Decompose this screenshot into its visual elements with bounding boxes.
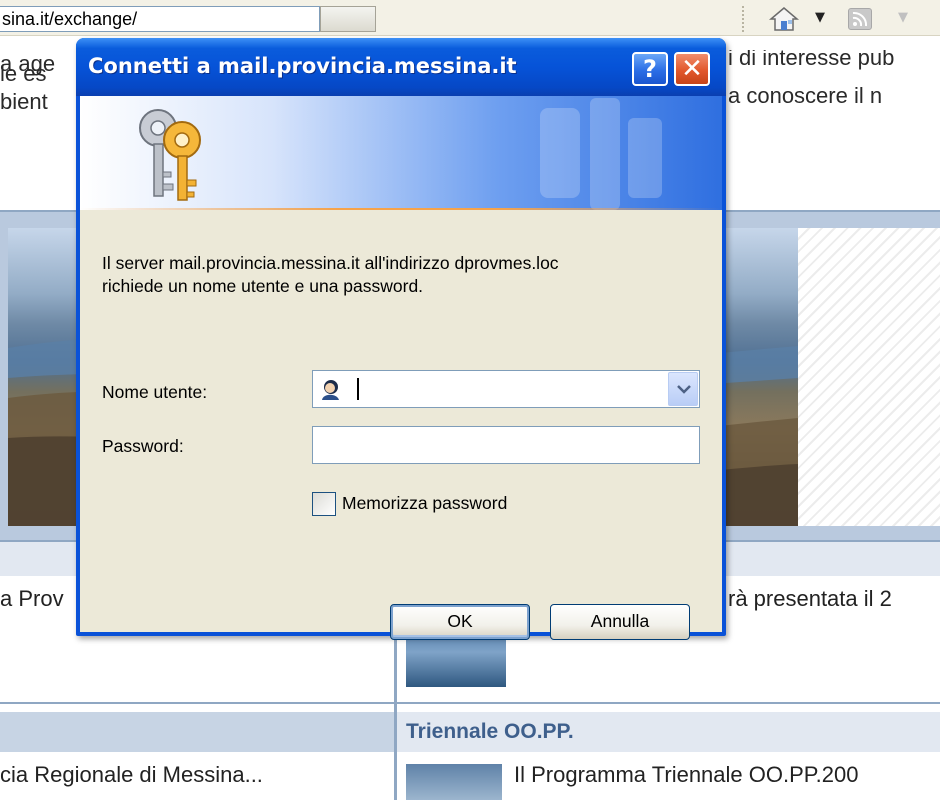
username-dropdown-button[interactable] — [668, 372, 698, 406]
help-button[interactable]: ? — [632, 52, 668, 86]
intro-text-right: i di interesse pub — [728, 50, 895, 70]
login-dialog: Connetti a mail.provincia.messina.it ? ✕ — [76, 38, 726, 640]
dialog-body: Il server mail.provincia.messina.it all'… — [80, 96, 722, 640]
toolbar-separator — [742, 6, 744, 32]
keys-watermark-icon — [540, 98, 662, 210]
text-caret — [357, 378, 359, 400]
section-heading[interactable]: Triennale OO.PP. — [406, 720, 574, 744]
cancel-button[interactable]: Annulla — [550, 604, 690, 640]
dialog-message: Il server mail.provincia.messina.it all'… — [102, 252, 702, 298]
news-thumbnail[interactable] — [406, 764, 502, 800]
address-bar[interactable]: sina.it/exchange/ — [0, 6, 320, 32]
dialog-title: Connetti a mail.provincia.messina.it — [88, 54, 517, 78]
keys-icon — [132, 102, 212, 204]
dialog-titlebar[interactable]: Connetti a mail.provincia.messina.it ? ✕ — [76, 38, 726, 96]
remember-password-label[interactable]: Memorizza password — [342, 493, 507, 514]
intro-text-left: bient — [0, 89, 48, 114]
password-input[interactable] — [312, 426, 700, 464]
user-icon — [319, 378, 341, 400]
chevron-down-icon[interactable]: ▼ — [815, 10, 825, 25]
close-button[interactable]: ✕ — [674, 52, 710, 86]
remember-password-checkbox[interactable] — [312, 492, 336, 516]
intro-text-left: le es — [0, 61, 47, 86]
intro-text-right: a conoscere il n — [728, 83, 883, 108]
username-input[interactable] — [353, 375, 643, 403]
message-line: richiede un nome utente e una password. — [102, 276, 424, 296]
dialog-banner — [80, 96, 722, 210]
news-text[interactable]: Il Programma Triennale OO.PP.200 — [514, 762, 940, 788]
hero-side-pattern — [798, 228, 940, 526]
address-go-button[interactable] — [320, 6, 376, 32]
username-combobox[interactable] — [312, 370, 700, 408]
chevron-down-icon[interactable]: ▼ — [898, 10, 908, 25]
browser-toolbar: sina.it/exchange/ ▼ ▼ — [0, 0, 940, 36]
news-row-header-left — [0, 712, 394, 752]
home-icon[interactable] — [768, 6, 800, 32]
news-text[interactable]: rà presentata il 2 — [728, 586, 940, 612]
message-line: Il server mail.provincia.messina.it all'… — [102, 253, 559, 273]
ok-button[interactable]: OK — [390, 604, 530, 640]
news-text[interactable]: a Prov — [0, 586, 64, 612]
news-row: Triennale OO.PP. cia Regionale di Messin… — [0, 702, 940, 800]
news-text[interactable]: cia Regionale di Messina... — [0, 762, 263, 788]
banner-divider — [80, 208, 722, 210]
password-label: Password: — [102, 436, 184, 456]
username-label: Nome utente: — [102, 382, 208, 402]
chevron-down-icon — [677, 385, 691, 394]
feed-icon[interactable] — [848, 8, 872, 30]
